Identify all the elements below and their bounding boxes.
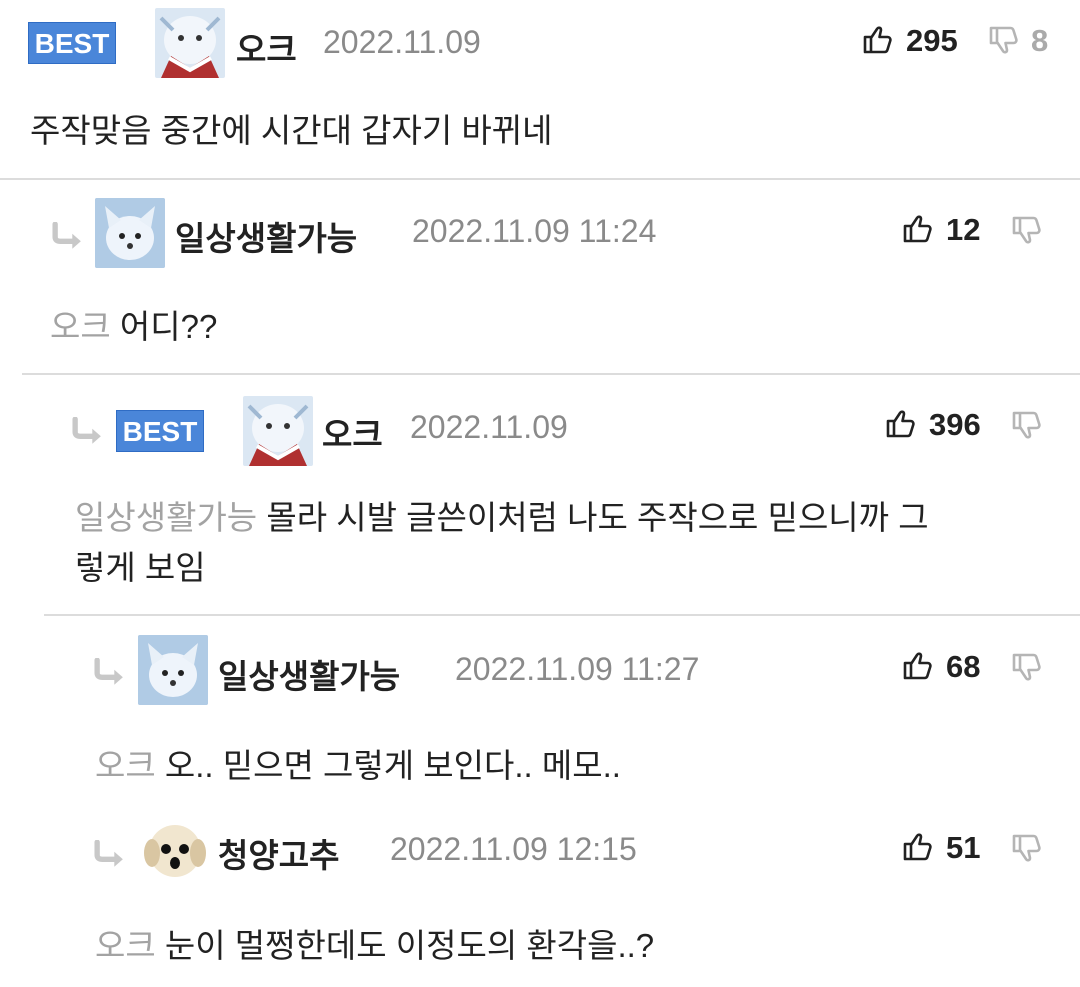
thumbs-down-icon [1012,411,1041,439]
dislike-button[interactable] [1011,411,1043,443]
comment-body: 오크 오.. 믿으면 그렇게 보인다.. 메모.. [95,741,621,791]
comment-date: 2022.11.09 12:15 [390,831,637,867]
comment-text: 오.. 믿으면 그렇게 보인다.. 메모.. [164,747,621,784]
avatar[interactable] [140,815,210,885]
thumbs-up-icon [903,652,932,680]
like-count: 51 [946,830,981,865]
like-count: 68 [946,649,981,684]
best-badge: BEST [116,410,204,452]
thumbs-up-icon [886,410,915,438]
nickname[interactable]: 오크 [322,408,383,456]
like-button[interactable] [902,831,934,863]
dislike-button[interactable] [988,26,1020,58]
divider [44,614,1080,616]
dislike-button[interactable] [1011,653,1043,685]
thumbs-down-icon [1012,834,1041,862]
comment-date: 2022.11.09 [323,24,481,60]
orc-avatar-icon [243,396,313,466]
reply-arrow-icon [92,658,128,688]
nickname[interactable]: 일상생활가능 [175,212,357,260]
like-button[interactable] [902,650,934,682]
fox-avatar-icon [95,198,165,268]
divider [22,373,1080,375]
thumbs-up-icon [863,26,892,54]
avatar[interactable] [95,198,165,268]
orc-avatar-icon [155,8,225,78]
comment-body: 주작맞음 중간에 시간대 갑자기 바뀌네 [30,112,553,149]
nickname[interactable]: 일상생활가능 [218,650,400,698]
like-button[interactable] [885,408,917,440]
like-count: 295 [906,23,958,58]
comment-date: 2022.11.09 11:24 [412,213,657,249]
comment-date: 2022.11.09 [410,409,568,445]
like-button[interactable] [862,24,894,56]
nickname[interactable]: 청양고추 [218,829,339,877]
dislike-count: 8 [1031,23,1049,58]
reply-arrow-icon [70,417,106,447]
dislike-button[interactable] [1011,216,1043,248]
comment-text: 어디?? [119,308,218,345]
thumbs-down-icon [989,26,1018,54]
comment-text: 눈이 멀쩡한데도 이정도의 환각을..? [164,927,655,964]
fox-avatar-icon [138,635,208,705]
avatar[interactable] [155,8,225,78]
comment-body: 오크 눈이 멀쩡한데도 이정도의 환각을..? [95,921,654,971]
thumbs-up-icon [903,833,932,861]
dog-avatar-icon [140,815,210,885]
mention[interactable]: 오크 [50,308,111,345]
divider [0,178,1080,180]
mention[interactable]: 일상생활가능 [75,499,257,536]
thumbs-down-icon [1012,216,1041,244]
reply-arrow-icon [50,222,86,252]
mention[interactable]: 오크 [95,927,156,964]
dislike-button[interactable] [1011,834,1043,866]
like-count: 12 [946,212,981,247]
comment-date: 2022.11.09 11:27 [455,651,700,687]
comment-text: 렇게 보임 [75,549,206,586]
best-badge: BEST [28,22,116,64]
comment-body: 오크 어디?? [50,302,217,352]
like-count: 396 [929,407,981,442]
avatar[interactable] [138,635,208,705]
comment-body: 일상생활가능 몰라 시발 글쓴이처럼 나도 주작으로 믿으니까 그 렇게 보임 [75,493,1065,593]
mention[interactable]: 오크 [95,747,156,784]
nickname[interactable]: 오크 [236,23,297,71]
like-button[interactable] [902,213,934,245]
thumbs-down-icon [1012,653,1041,681]
reply-arrow-icon [92,840,128,870]
comment-text: 몰라 시발 글쓴이처럼 나도 주작으로 믿으니까 그 [266,499,929,536]
thumbs-up-icon [903,215,932,243]
avatar[interactable] [243,396,313,466]
